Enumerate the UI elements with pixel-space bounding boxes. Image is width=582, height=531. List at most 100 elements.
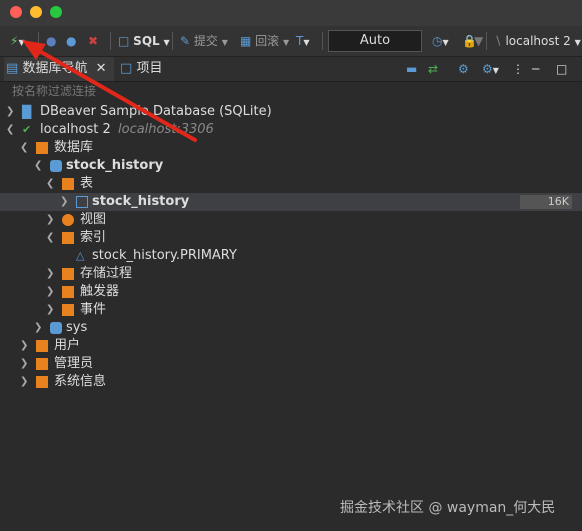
disconnect-icon[interactable]: ● (66, 32, 76, 50)
zoom-window-button[interactable] (50, 6, 62, 18)
tree-item-views[interactable]: ❯ 视图 (0, 211, 582, 229)
connect-icon[interactable]: ● (46, 32, 56, 50)
tree-item-databases[interactable]: ❮ 数据库 (0, 139, 582, 157)
views-eye-icon (62, 214, 74, 226)
minimize-view-icon[interactable]: ─ (532, 60, 539, 78)
tree-item-users[interactable]: ❯ 用户 (0, 337, 582, 355)
connection-icon: ∖ (494, 34, 502, 48)
tree-item-stock-history-db[interactable]: ❮ stock_history (0, 157, 582, 175)
chevron-right-icon[interactable]: ❯ (6, 103, 16, 121)
history-icon[interactable]: ◷▼ (432, 32, 449, 50)
folder-icon (62, 232, 74, 244)
database-icon (50, 322, 62, 334)
chevron-down-icon: ▼ (221, 38, 228, 47)
chevron-down-icon[interactable]: ❮ (6, 121, 16, 139)
chevron-down-icon: ▼ (163, 38, 170, 47)
tree-item-events[interactable]: ❯ 事件 (0, 301, 582, 319)
chevron-down-icon[interactable]: ❮ (20, 139, 30, 157)
tree-item-triggers[interactable]: ❯ 触发器 (0, 283, 582, 301)
filter-connections-icon[interactable]: ⚙ (458, 60, 469, 78)
sqlite-icon: █ (22, 105, 32, 119)
tree-item-label: 存储过程 (80, 266, 133, 281)
tree-item-label: 系统信息 (54, 374, 107, 389)
transaction-mode-icon[interactable]: T▼ (296, 32, 310, 50)
configure-icon[interactable]: ⚙▼ (482, 60, 499, 78)
chevron-down-icon[interactable]: ▼ (474, 32, 483, 50)
admin-folder-icon (36, 358, 48, 370)
tree-item-tables[interactable]: ❮ 表 (0, 175, 582, 193)
link-with-editor-icon[interactable]: ⇄ (428, 60, 438, 78)
minimize-window-button[interactable] (30, 6, 42, 18)
close-window-button[interactable] (10, 6, 22, 18)
tab-projects[interactable]: □ 项目 (120, 57, 162, 81)
new-connection-button[interactable]: ⚡▼ (10, 32, 25, 50)
rollback-button[interactable]: ▦ 回滚 ▼ (240, 32, 289, 50)
tree-item-label: sys (66, 320, 88, 335)
folder-icon (62, 268, 74, 280)
rollback-label: 回滚 (255, 34, 280, 48)
tree-item-admins[interactable]: ❯ 管理员 (0, 355, 582, 373)
chevron-down-icon[interactable]: ❮ (46, 229, 56, 247)
chevron-down-icon: ▼ (18, 38, 25, 47)
chevron-down-icon: ▼ (283, 38, 290, 47)
projects-icon: □ (120, 61, 133, 76)
tree-item-sys[interactable]: ❯ sys (0, 319, 582, 337)
tree-item-label: 触发器 (80, 284, 120, 299)
sql-editor-button[interactable]: □ SQL ▼ (118, 32, 170, 50)
database-navigator-icon: ▤ (6, 61, 19, 76)
tab-label: 项目 (136, 61, 163, 76)
tree-item-procedures[interactable]: ❯ 存储过程 (0, 265, 582, 283)
tree-item-label: stock_history (66, 158, 164, 173)
main-toolbar: ⚡▼ ● ● ✖ □ SQL ▼ ✎ 提交 ▼ ▦ 回滚 ▼ T▼ Auto ◷… (0, 26, 582, 57)
tree-item-index-primary[interactable]: △ stock_history.PRIMARY (0, 247, 582, 265)
connection-filter-input[interactable]: 按名称过滤连接 (12, 82, 96, 100)
tree-item-label: 事件 (80, 302, 107, 317)
tab-database-navigator[interactable]: ▤ 数据库导航 ✕ (4, 57, 114, 81)
auto-commit-mode-field[interactable]: Auto (328, 30, 422, 52)
commit-icon: ✎ (180, 34, 191, 48)
tree-item-label: 管理员 (54, 356, 94, 371)
view-menu-icon[interactable]: ⋮ (512, 60, 524, 78)
table-icon (76, 196, 88, 208)
folder-icon (36, 142, 48, 154)
chevron-right-icon[interactable]: ❯ (20, 355, 30, 373)
tree-item-label: DBeaver Sample Database (SQLite) (40, 104, 272, 119)
chevron-right-icon[interactable]: ❯ (46, 265, 56, 283)
chevron-right-icon[interactable]: ❯ (46, 211, 56, 229)
info-folder-icon (36, 376, 48, 388)
chevron-right-icon[interactable]: ❯ (34, 319, 44, 337)
tree-item-indexes[interactable]: ❮ 索引 (0, 229, 582, 247)
chevron-down-icon[interactable]: ❮ (34, 157, 44, 175)
tree-item-localhost[interactable]: ❮ ✔ localhost 2 localhost:3306 (0, 121, 582, 139)
collapse-all-icon[interactable]: ▬ (406, 60, 417, 78)
tree-item-label: stock_history.PRIMARY (92, 248, 237, 263)
sql-file-icon: □ (118, 34, 130, 48)
close-icon[interactable]: ✕ (96, 61, 107, 76)
folder-icon (62, 286, 74, 298)
chevron-right-icon[interactable]: ❯ (60, 193, 70, 211)
watermark: 掘金技术社区 @ wayman_何大民 (340, 500, 556, 516)
table-size-badge: 16K (520, 195, 572, 209)
tree-item-label: 视图 (80, 212, 107, 227)
chevron-right-icon[interactable]: ❯ (46, 301, 56, 319)
chevron-right-icon[interactable]: ❯ (20, 373, 30, 391)
connection-label: localhost 2 (505, 34, 571, 48)
connection-host-label: localhost:3306 (118, 122, 214, 137)
folder-icon (62, 304, 74, 316)
tree-item-label: localhost 2 (40, 122, 111, 137)
tables-folder-icon (62, 178, 74, 190)
maximize-view-icon[interactable]: □ (556, 60, 567, 78)
commit-button[interactable]: ✎ 提交 ▼ (180, 32, 228, 50)
active-connection-selector[interactable]: ∖ localhost 2 ▼ (494, 32, 581, 50)
chevron-right-icon[interactable]: ❯ (46, 283, 56, 301)
tree-item-sysinfo[interactable]: ❯ 系统信息 (0, 373, 582, 391)
invalidate-icon[interactable]: ✖ (88, 32, 98, 50)
chevron-down-icon[interactable]: ❮ (46, 175, 56, 193)
index-icon: △ (76, 249, 85, 262)
chevron-right-icon[interactable]: ❯ (20, 337, 30, 355)
tree-item-label: 索引 (80, 230, 107, 245)
rollback-icon: ▦ (240, 34, 252, 48)
tree-item-dbeaver-sample[interactable]: ❯ █ DBeaver Sample Database (SQLite) (0, 103, 582, 121)
tree-item-label: stock_history (92, 194, 190, 209)
tree-item-stock-history-table[interactable]: ❯ stock_history 16K (0, 193, 582, 211)
